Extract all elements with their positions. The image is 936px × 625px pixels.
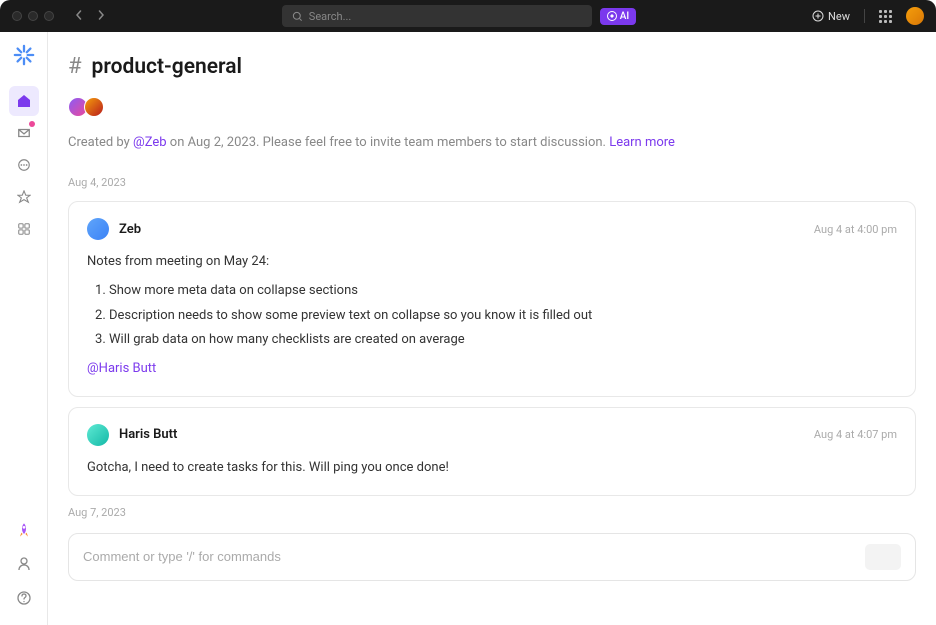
learn-more-link[interactable]: Learn more [609,135,675,150]
search-icon [292,11,303,22]
channel-header: # product-general [68,54,916,79]
sidebar-inbox[interactable] [9,118,39,148]
author-name[interactable]: Haris Butt [119,427,177,442]
search-placeholder: Search... [309,10,352,23]
user-avatar[interactable] [906,7,924,25]
search-input[interactable]: Search... [282,5,592,27]
sidebar-dashboards[interactable] [9,214,39,244]
list-item: Show more meta data on collapse sections [109,281,897,302]
message-time: Aug 4 at 4:00 pm [814,223,897,236]
author-name[interactable]: Zeb [119,222,141,237]
list-item: Will grab data on how many checklists ar… [109,330,897,351]
list-item: Description needs to show some preview t… [109,306,897,327]
created-info: Created by @Zeb on Aug 2, 2023. Please f… [68,135,916,150]
sidebar-upgrade[interactable] [9,515,39,545]
notification-dot [29,121,35,127]
new-button[interactable]: New [812,10,850,23]
divider [864,9,865,23]
main-content: # product-general Created by @Zeb on Aug… [48,32,936,625]
date-divider: Aug 4, 2023 [68,176,916,189]
creator-mention[interactable]: @Zeb [133,135,167,150]
comment-input[interactable] [83,549,865,564]
person-icon [16,556,32,572]
grid-icon [17,222,31,236]
sidebar-home[interactable] [9,86,39,116]
sidebar-favorites[interactable] [9,182,39,212]
app-logo[interactable] [13,44,35,66]
sidebar-more[interactable] [9,150,39,180]
topbar: Search... AI New [0,0,936,32]
message-card: Haris Butt Aug 4 at 4:07 pm Gotcha, I ne… [68,407,916,496]
nav-arrows [74,9,106,24]
rocket-icon [16,522,32,538]
star-icon [17,190,31,204]
channel-title: product-general [92,55,242,79]
sidebar-help[interactable] [9,583,39,613]
author-avatar[interactable] [87,424,109,446]
member-avatars[interactable] [68,97,916,117]
help-icon [16,590,32,606]
forward-button[interactable] [96,9,106,24]
user-mention[interactable]: @Haris Butt [87,361,156,376]
message-card: Zeb Aug 4 at 4:00 pm Notes from meeting … [68,201,916,397]
message-body: Gotcha, I need to create tasks for this.… [87,458,897,479]
ai-badge[interactable]: AI [600,8,636,25]
message-time: Aug 4 at 4:07 pm [814,428,897,441]
home-icon [16,93,32,109]
date-divider: Aug 7, 2023 [68,506,916,519]
sidebar [0,32,48,625]
comment-composer [68,533,916,581]
message-body: Notes from meeting on May 24: Show more … [87,252,897,380]
plus-circle-icon [812,10,824,22]
hash-icon: # [68,54,82,79]
inbox-icon [17,126,31,140]
maximize-window[interactable] [44,11,54,21]
sidebar-profile[interactable] [9,549,39,579]
back-button[interactable] [74,9,84,24]
minimize-window[interactable] [28,11,38,21]
close-window[interactable] [12,11,22,21]
more-icon [17,158,31,172]
apps-menu[interactable] [879,10,892,23]
send-button[interactable] [865,544,901,570]
window-controls [12,11,54,21]
member-avatar-2[interactable] [84,97,104,117]
author-avatar[interactable] [87,218,109,240]
